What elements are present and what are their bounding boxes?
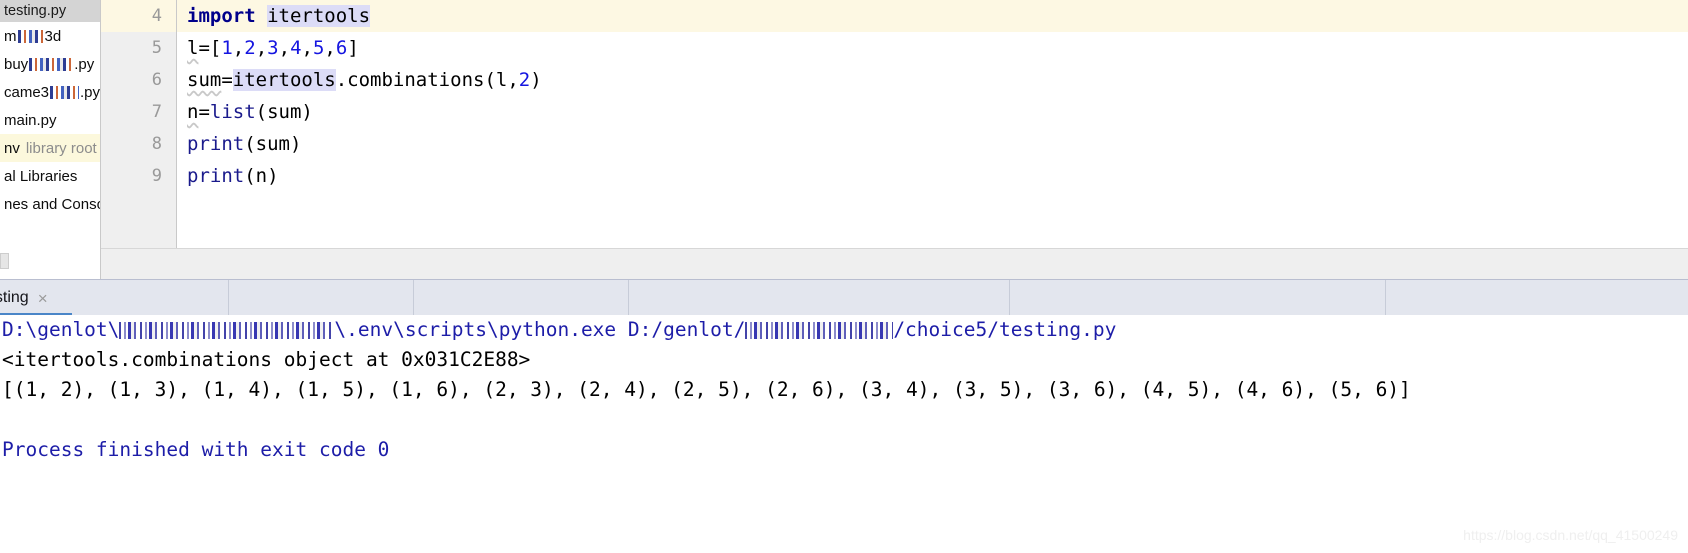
console-line: [(1, 2), (1, 3), (1, 4), (1, 5), (1, 6),… xyxy=(2,378,1411,401)
toolbar-separator xyxy=(228,280,229,316)
line-number[interactable]: 9 xyxy=(101,160,176,192)
close-icon[interactable]: × xyxy=(38,290,48,307)
run-tab-testing[interactable]: esting × xyxy=(0,280,56,316)
line-number[interactable]: 5 xyxy=(101,32,176,64)
tree-item[interactable]: nes and Consoles xyxy=(0,190,100,218)
console-text: D:\genlot\ xyxy=(2,318,120,341)
code-editor[interactable]: 456789 import itertools l=[1,2,3,4,5,6] su… xyxy=(101,0,1688,248)
tree-item-suffix: .py xyxy=(74,55,95,73)
tree-item-suffix: .py xyxy=(79,83,100,101)
run-tool-window-header: esting × xyxy=(0,279,1688,316)
tree-item-suffix: 3d xyxy=(44,27,62,45)
sidebar-footer xyxy=(0,248,101,279)
tree-item-label: nes and Consoles xyxy=(4,195,100,213)
line-number[interactable]: 6 xyxy=(101,64,176,96)
watermark: https://blog.csdn.net/qq_41500249 xyxy=(1463,527,1678,543)
toolbar-separator xyxy=(628,280,629,316)
code-line[interactable]: print(sum) xyxy=(177,128,1688,160)
code-line[interactable]: print(n) xyxy=(177,160,1688,192)
run-tab-label: esting xyxy=(0,289,29,306)
line-number[interactable]: 7 xyxy=(101,96,176,128)
line-number[interactable]: 4 xyxy=(101,0,176,32)
obscured-path-blob xyxy=(119,322,335,339)
obscured-text-blob xyxy=(17,29,44,43)
toolbar-separator xyxy=(1385,280,1386,316)
console-line: <itertools.combinations object at 0x031C… xyxy=(2,348,531,371)
tree-item-annotation: library root xyxy=(25,139,97,157)
tree-item-label: al Libraries xyxy=(4,167,78,185)
ide-window: testing.py m 3d buy .py came3 .py main.py nv lib… xyxy=(0,0,1688,553)
console-line: D:\genlot\ \.env\scripts\python.exe D:/ge… xyxy=(0,315,1688,345)
code-line[interactable]: l=[1,2,3,4,5,6] xyxy=(177,32,1688,64)
obscured-path-blob xyxy=(745,322,894,339)
console-text: /choice5/testing.py xyxy=(893,318,1117,341)
tree-item-label: came3 xyxy=(4,83,50,101)
code-line[interactable]: sum=itertools.combinations(l,2) xyxy=(177,64,1688,96)
editor-bottom-strip xyxy=(101,248,1688,280)
tree-item[interactable]: al Libraries xyxy=(0,162,100,190)
code-line[interactable]: import itertools xyxy=(177,0,1688,32)
obscured-text-blob xyxy=(50,85,79,99)
project-tree: m 3d buy .py came3 .py main.py nv library root al… xyxy=(0,22,100,218)
panel-resize-handle[interactable] xyxy=(0,253,9,269)
tree-item[interactable]: main.py xyxy=(0,106,100,134)
line-number[interactable]: 8 xyxy=(101,128,176,160)
tree-item-label: buy xyxy=(4,55,29,73)
console-text: \.env\scripts\python.exe D:/genlot/ xyxy=(334,318,746,341)
tree-item[interactable]: buy .py xyxy=(0,50,100,78)
code-content[interactable]: import itertools l=[1,2,3,4,5,6] sum=itert… xyxy=(177,0,1688,248)
tree-item[interactable]: nv library root xyxy=(0,134,100,162)
tree-item-label: main.py xyxy=(4,111,57,129)
code-line[interactable]: n=list(sum) xyxy=(177,96,1688,128)
console-line: Process finished with exit code 0 xyxy=(2,438,390,461)
toolbar-separator xyxy=(413,280,414,316)
sidebar-active-tab[interactable]: testing.py xyxy=(0,0,100,22)
toolbar-separator xyxy=(1009,280,1010,316)
tree-item[interactable]: m 3d xyxy=(0,22,100,50)
tree-item[interactable]: came3 .py xyxy=(0,78,100,106)
tree-item-label: m xyxy=(4,27,17,45)
run-console-output[interactable]: D:\genlot\ \.env\scripts\python.exe D:/ge… xyxy=(0,315,1688,553)
obscured-text-blob xyxy=(29,57,74,71)
project-sidebar: testing.py m 3d buy .py came3 .py main.py nv lib… xyxy=(0,0,101,278)
line-number-gutter: 456789 xyxy=(101,0,177,248)
tree-item-label: nv xyxy=(4,139,20,157)
